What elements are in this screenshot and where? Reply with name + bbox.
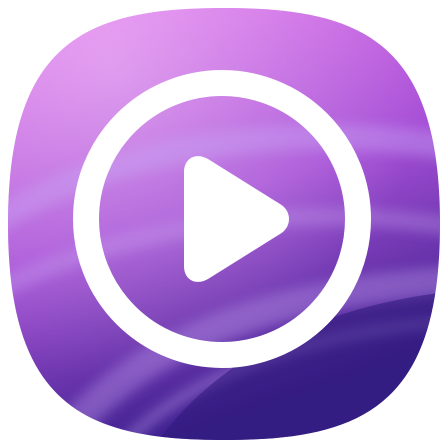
- icon-canvas: [0, 0, 448, 448]
- video-player-app-icon[interactable]: [0, 0, 448, 448]
